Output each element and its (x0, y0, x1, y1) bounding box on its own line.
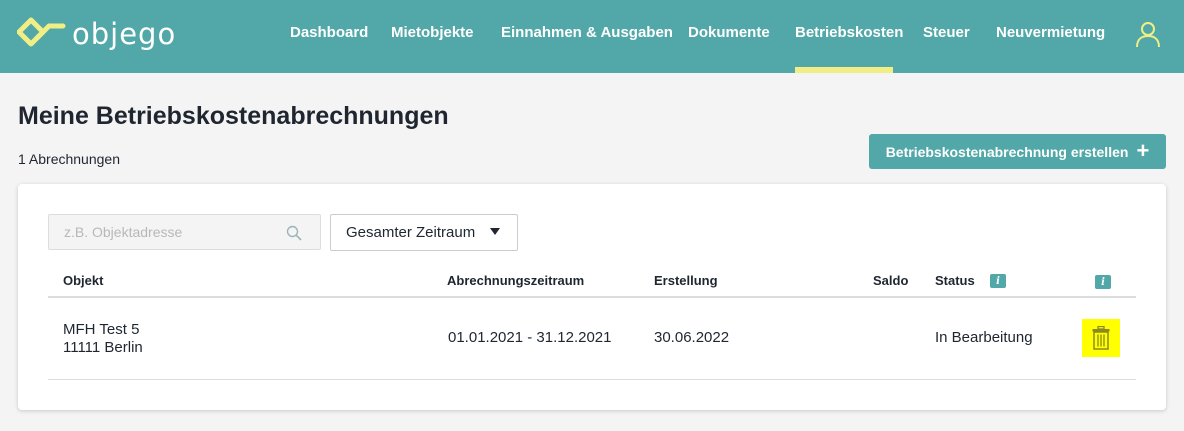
delete-button[interactable] (1082, 319, 1120, 357)
row-object-address: 11111 Berlin (63, 339, 143, 356)
period-dropdown[interactable]: Gesamter Zeitraum (330, 214, 518, 251)
column-header-period[interactable]: Abrechnungszeitraum (447, 273, 584, 288)
table-header-divider (48, 296, 1136, 298)
row-period: 01.01.2021 - 31.12.2021 (448, 329, 612, 346)
column-header-status[interactable]: Status (935, 273, 975, 288)
nav-item-mietobjekte[interactable]: Mietobjekte (391, 24, 474, 46)
statements-card: Gesamter Zeitraum Objekt Abrechnungszeit… (18, 184, 1166, 410)
nav-item-neuvermietung[interactable]: Neuvermietung (996, 24, 1105, 46)
nav-active-indicator (795, 67, 893, 73)
actions-info-icon[interactable]: i (1095, 275, 1111, 289)
create-statement-label: Betriebskostenabrechnung erstellen (885, 143, 1129, 160)
row-object-name: MFH Test 5 (63, 321, 140, 338)
brand-name: objego (72, 17, 177, 51)
objego-logo-icon (17, 17, 66, 47)
logo[interactable]: objego (17, 14, 175, 54)
plus-icon: + (1136, 137, 1150, 163)
row-created: 30.06.2022 (654, 329, 730, 346)
page-title: Meine Betriebskostenabrechnungen (18, 102, 449, 130)
column-header-created[interactable]: Erstellung (654, 273, 718, 288)
table-row-divider (48, 379, 1136, 380)
status-info-icon[interactable]: i (990, 274, 1006, 288)
nav-item-betriebskosten[interactable]: Betriebskosten (795, 24, 903, 46)
trash-icon (1092, 326, 1110, 350)
nav-item-einnahmen-ausgaben[interactable]: Einnahmen & Ausgaben (501, 24, 673, 46)
row-status: In Bearbeitung (935, 329, 1033, 346)
period-dropdown-value: Gesamter Zeitraum (346, 224, 476, 241)
nav-item-dokumente[interactable]: Dokumente (688, 24, 770, 46)
create-statement-button[interactable]: Betriebskostenabrechnung erstellen + (869, 134, 1166, 169)
top-navigation-bar: objego Dashboard Mietobjekte Einnahmen &… (0, 0, 1184, 73)
column-header-balance[interactable]: Saldo (873, 273, 908, 288)
search-icon[interactable] (286, 225, 302, 241)
search-field[interactable] (48, 214, 321, 250)
nav-item-dashboard[interactable]: Dashboard (290, 24, 368, 46)
search-input[interactable] (49, 215, 294, 249)
nav-item-steuer[interactable]: Steuer (923, 24, 970, 46)
user-icon[interactable] (1134, 20, 1162, 48)
column-header-object[interactable]: Objekt (63, 273, 103, 288)
statement-count: 1 Abrechnungen (18, 151, 120, 167)
caret-down-icon (490, 228, 500, 235)
